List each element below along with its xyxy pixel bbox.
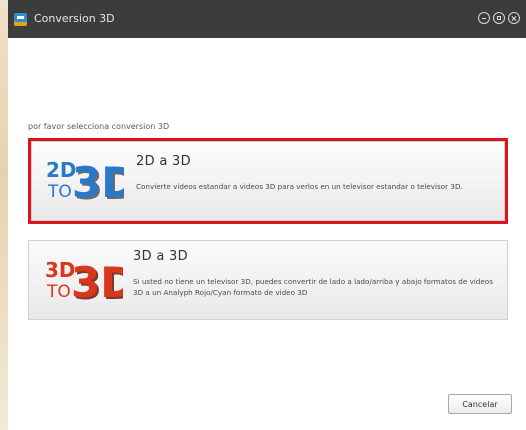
logo-big-text: 3D [72,158,124,205]
logo-bottom-text: TO [46,282,71,302]
prompt-label: por favor selecciona conversion 3D [28,122,170,131]
option-description: Si usted no tiene un televisor 3D, puede… [133,277,493,297]
window-controls [478,12,520,24]
option-title: 3D a 3D [133,249,188,264]
desktop-backdrop [0,0,8,430]
maximize-icon[interactable] [493,12,505,24]
cancel-button[interactable]: Cancelar [448,394,512,414]
logo-bottom-text: TO [47,182,72,202]
option-title: 2D a 3D [136,154,191,169]
option-description: Convierte videos estandar a videos 3D pa… [136,182,463,191]
option-card-inner: 2D TO 3D 3D 2D a 3D Convierte videos est… [31,141,505,221]
3d-to-3d-logo-icon: 3D TO 3D 3D [45,258,123,305]
conversion-3d-dialog: Conversion 3D por favor selecciona conve… [8,0,526,430]
close-icon[interactable] [508,12,520,24]
window-title: Conversion 3D [34,12,115,25]
minimize-icon[interactable] [478,12,490,24]
logo-big-text: 3D [71,258,123,305]
app-icon [14,13,27,26]
option-3d-to-3d[interactable]: 3D TO 3D 3D 3D a 3D Si usted no tiene un… [28,240,508,320]
option-2d-to-3d[interactable]: 2D TO 3D 3D 2D a 3D Convierte videos est… [28,138,508,224]
2d-to-3d-logo-icon: 2D TO 3D 3D [46,158,124,205]
title-bar[interactable]: Conversion 3D [8,0,526,38]
